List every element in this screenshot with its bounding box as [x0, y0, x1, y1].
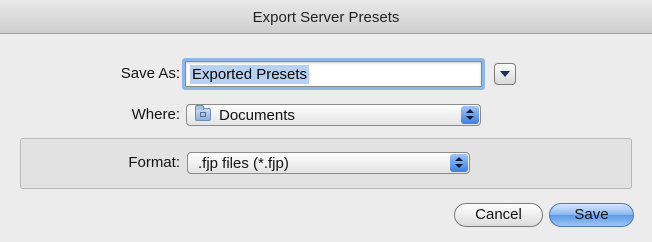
where-selected: Documents: [219, 107, 295, 124]
dialog-content: Save As: Exported Presets Where: Documen…: [0, 34, 652, 242]
format-label: Format:: [128, 154, 180, 171]
save-button[interactable]: Save: [549, 203, 634, 227]
format-popup[interactable]: .fjp files (*.fjp): [187, 152, 470, 174]
cancel-button[interactable]: Cancel: [454, 203, 543, 227]
folder-icon: [195, 105, 211, 121]
save-as-label: Save As:: [120, 65, 180, 82]
expand-dialog-button[interactable]: [494, 63, 516, 85]
format-selected: .fjp files (*.fjp): [198, 155, 289, 172]
popup-stepper-icon: [461, 106, 479, 124]
save-as-value: Exported Presets: [190, 65, 310, 84]
save-as-field[interactable]: Exported Presets: [185, 61, 482, 87]
title-bar[interactable]: Export Server Presets: [0, 0, 652, 34]
window-title: Export Server Presets: [252, 9, 400, 26]
where-label: Where:: [131, 106, 180, 123]
popup-stepper-icon: [450, 154, 468, 172]
where-popup[interactable]: Documents: [186, 104, 481, 126]
